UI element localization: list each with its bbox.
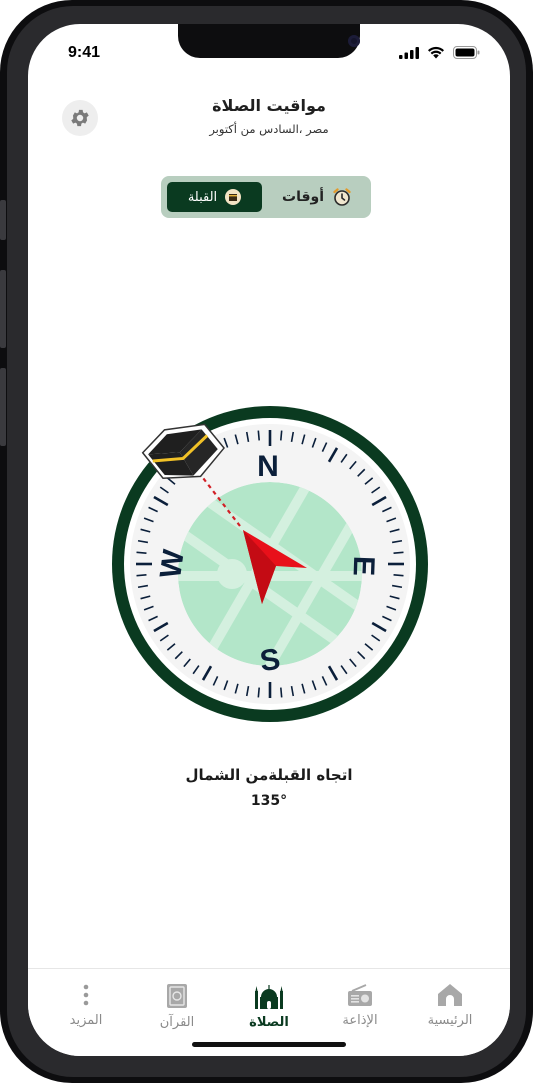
screen: 9:41 مواقيت الصلاة مصر ،السادس من أكتوبر… xyxy=(28,24,510,1056)
location-subtitle: مصر ،السادس من أكتوبر xyxy=(209,122,329,136)
tab-prayer-times[interactable]: أوقات xyxy=(269,182,365,212)
tab-prayer-label: الصلاة xyxy=(249,1015,289,1030)
tab-prayer-times-label: أوقات xyxy=(282,189,324,205)
home-icon xyxy=(438,984,462,1006)
compass-tick xyxy=(136,574,147,577)
compass-north-label: N xyxy=(257,450,279,483)
tab-radio-label: الإذاعة xyxy=(342,1013,378,1028)
tab-qibla[interactable]: القبلة xyxy=(167,182,262,212)
tab-home-label: الرئيسية xyxy=(427,1013,473,1028)
tab-more[interactable]: المزيد xyxy=(46,983,126,1028)
qibla-compass: N S E W xyxy=(112,406,428,722)
tab-prayer[interactable]: الصلاة xyxy=(229,983,309,1030)
phone-frame: 9:41 مواقيت الصلاة مصر ،السادس من أكتوبر… xyxy=(0,0,533,1083)
battery-icon xyxy=(453,46,480,59)
quran-icon xyxy=(167,984,187,1008)
compass-tick xyxy=(280,687,283,698)
compass-tick xyxy=(136,551,147,554)
mosque-icon xyxy=(255,985,283,1009)
tab-qibla-label: القبلة xyxy=(187,189,218,205)
compass-tick xyxy=(257,687,260,698)
alarm-clock-icon xyxy=(333,188,351,206)
wifi-icon xyxy=(428,46,444,59)
tab-home[interactable]: الرئيسية xyxy=(410,983,490,1028)
mute-switch xyxy=(0,200,6,240)
volume-down-button xyxy=(0,368,6,446)
compass-tick xyxy=(393,551,404,554)
compass-tick xyxy=(393,574,404,577)
cellular-signal-icon xyxy=(399,46,419,59)
view-toggle: القبلة أوقات xyxy=(161,176,371,218)
tab-quran-label: القرآن xyxy=(159,1015,195,1030)
radio-icon xyxy=(348,984,372,1006)
page-title: مواقيت الصلاة xyxy=(212,96,326,115)
home-indicator xyxy=(192,1042,346,1047)
tab-more-label: المزيد xyxy=(69,1013,103,1028)
camera xyxy=(348,35,360,47)
qibla-degree: 135° xyxy=(250,793,288,809)
compass-west-label: W xyxy=(154,547,191,580)
compass-tick xyxy=(280,430,283,441)
tab-quran[interactable]: القرآن xyxy=(137,983,217,1030)
notch xyxy=(178,24,360,58)
volume-up-button xyxy=(0,270,6,348)
status-icons xyxy=(399,46,480,59)
more-icon xyxy=(83,984,89,1006)
tab-radio[interactable]: الإذاعة xyxy=(320,983,400,1028)
compass-tick xyxy=(257,430,260,441)
kaaba-icon xyxy=(225,189,242,205)
compass-east-label: E xyxy=(347,555,381,576)
qibla-direction-text: اتجاه القبلةمن الشمال xyxy=(185,766,353,784)
status-time: 9:41 xyxy=(68,44,101,61)
